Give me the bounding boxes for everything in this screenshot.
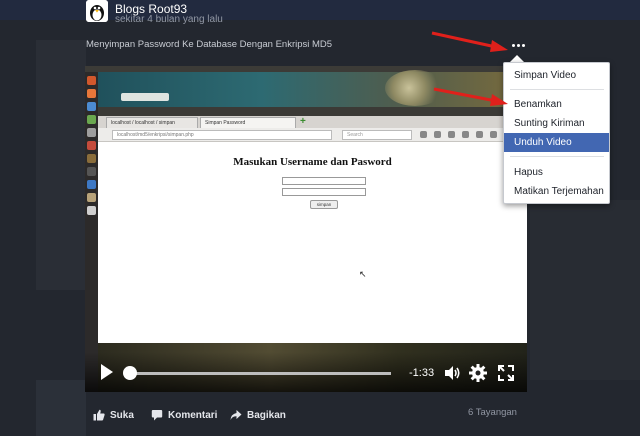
seek-bar[interactable] [127,372,391,375]
video-home-icon [462,131,469,138]
video-form-title: Masukan Username dan Pasword [233,156,392,168]
video-star-icon [420,131,427,138]
video-ubuntu-launcher [85,72,98,392]
remaining-time: -1:33 [409,367,435,379]
dimmed-bottom-card [36,380,86,436]
video-browser-tabbar: localhost / localhost / simpan Simpan Pa… [98,116,527,128]
fullscreen-icon[interactable] [496,363,516,383]
thumbs-up-icon [93,409,105,421]
video-pocket-icon [490,131,497,138]
more-dot-icon [516,43,520,47]
share-arrow-icon [230,410,242,420]
video-browser-tab-active: Simpan Password [200,117,296,128]
video-browser-window: localhost / localhost / simpan Simpan Pa… [98,107,527,343]
seek-handle[interactable] [122,366,137,380]
video-url-field: localhost/md5/enkripsi/simpan.php [112,130,332,140]
annotation-arrow-icon [432,86,510,110]
video-username-input [282,177,366,185]
post-caption: Menyimpan Password Ke Database Dengan En… [86,39,333,50]
video-download-icon [448,131,455,138]
play-icon[interactable] [101,364,113,380]
volume-icon[interactable] [442,363,462,383]
video-browser-tab: localhost / localhost / simpan [106,117,198,128]
post-timestamp[interactable]: sekitar 4 bulan yang lalu [115,14,223,25]
video-desktop-label [121,93,169,101]
menu-item-embed[interactable]: Benamkan [504,95,609,114]
comment-button[interactable]: Komentari [151,403,217,427]
menu-item-download-video[interactable]: Unduh Video [504,133,609,152]
dimmed-left-column [36,40,86,290]
menu-item-turn-off-translation[interactable]: Matikan Terjemahan [504,182,609,201]
post-action-bar: Suka Komentari Bagikan [85,403,527,427]
menu-separator [510,89,604,90]
video-ubuntu-panel [85,66,527,72]
annotation-arrow-icon [430,30,510,54]
post-options-menu: Simpan Video Benamkan Sunting Kiriman Un… [503,62,610,204]
menu-caret [510,55,524,62]
video-browser-urlbar: localhost/md5/enkripsi/simpan.php Search [98,128,527,142]
like-label: Suka [110,409,134,421]
more-options-button[interactable] [507,38,529,52]
menu-item-save-video[interactable]: Simpan Video [504,66,609,85]
gear-icon[interactable] [468,363,488,383]
more-dot-icon [521,43,525,47]
penguin-avatar-icon [86,0,108,22]
menu-item-delete[interactable]: Hapus [504,163,609,182]
comment-icon [151,410,163,421]
video-password-input [282,188,366,196]
more-dot-icon [511,43,515,47]
video-mouse-cursor-icon: ↖ [359,269,367,279]
video-search-field: Search [342,130,412,140]
video-bookmark-icon [434,131,441,138]
video-simpan-button: simpan [310,200,338,209]
like-button[interactable]: Suka [93,403,134,427]
share-label: Bagikan [247,409,286,421]
video-chat-icon [476,131,483,138]
view-count: 6 Tayangan [468,407,517,418]
video-controls-bar: -1:33 [85,352,527,392]
menu-separator [510,156,604,157]
author-avatar[interactable] [86,0,108,22]
dimmed-right-column [530,200,640,380]
comment-label: Komentari [168,409,218,421]
video-player[interactable]: localhost / localhost / simpan Simpan Pa… [85,66,527,392]
menu-item-edit-post[interactable]: Sunting Kiriman [504,114,609,133]
video-new-tab-icon: + [300,116,306,127]
share-button[interactable]: Bagikan [230,403,286,427]
